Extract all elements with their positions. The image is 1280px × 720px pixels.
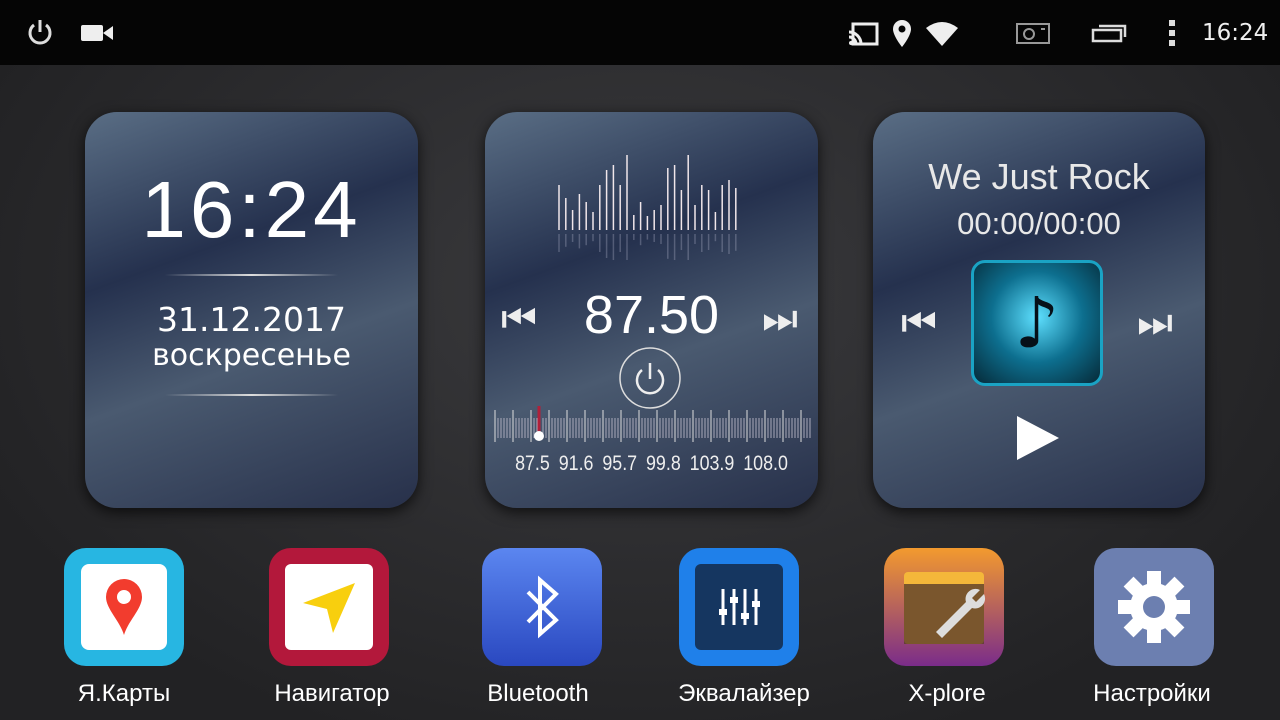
scale-label: 91.6: [558, 452, 594, 475]
app-equalizer[interactable]: [679, 548, 799, 666]
yandex-maps-icon: [81, 564, 167, 650]
clock-weekday: воскресенье: [152, 338, 351, 373]
play-button[interactable]: [1015, 414, 1061, 462]
frequency-scale-slider[interactable]: [491, 402, 811, 442]
status-time: 16:24: [1202, 20, 1269, 46]
app-label: X-plore: [908, 680, 986, 707]
screenshot-icon[interactable]: [1016, 22, 1050, 44]
status-bar: 16:24: [0, 0, 1280, 65]
divider: [165, 274, 338, 276]
equalizer-icon: [695, 564, 783, 650]
video-camera-icon[interactable]: [80, 22, 114, 44]
navigator-icon: [285, 564, 373, 650]
app-label: Эквалайзер: [678, 680, 810, 707]
app-label: Bluetooth: [487, 680, 589, 707]
wifi-icon: [926, 22, 958, 46]
radio-next-button[interactable]: ⏭: [762, 296, 798, 342]
cast-icon: [849, 22, 879, 46]
app-label: Я.Карты: [77, 680, 171, 707]
clock-time: 16:24: [141, 165, 362, 254]
track-title: We Just Rock: [928, 156, 1150, 197]
scale-label: 87.5: [515, 452, 550, 475]
scale-labels: 87.5 91.6 95.7 99.8 103.9 108.0: [515, 452, 788, 476]
music-prev-button[interactable]: ⏮: [901, 300, 937, 346]
app-navigator[interactable]: [269, 548, 389, 666]
app-label: Настройки: [1093, 680, 1211, 707]
bluetooth-icon: [526, 575, 559, 639]
gear-icon: [1118, 571, 1190, 643]
app-bluetooth[interactable]: [482, 548, 602, 666]
location-icon: [893, 20, 911, 47]
divider: [165, 394, 338, 396]
track-time: 00:00/00:00: [957, 206, 1121, 241]
app-x-plore[interactable]: [884, 548, 1004, 666]
app-label: Навигатор: [274, 680, 390, 707]
tuner-knob: [534, 431, 544, 441]
radio-widget[interactable]: ⏮ 87.50 ⏭ 87.5 91.6 95.7 99.8 103.9 108.…: [485, 112, 818, 508]
album-art-icon: ♪: [971, 260, 1103, 386]
x-plore-icon: [904, 572, 986, 644]
spectrum-visualizer: [558, 155, 737, 260]
scale-label: 103.9: [689, 452, 735, 475]
app-yandex-maps[interactable]: [64, 548, 184, 666]
clock-date: 31.12.2017: [157, 300, 346, 339]
scale-label: 95.7: [602, 452, 638, 475]
music-widget[interactable]: We Just Rock 00:00/00:00 ⏮ ♪ ⏭: [873, 112, 1205, 508]
recent-apps-icon[interactable]: [1091, 22, 1127, 44]
clock-widget[interactable]: 16:24 31.12.2017 воскресенье: [85, 112, 418, 508]
more-vert-icon[interactable]: [1166, 18, 1178, 48]
scale-label: 99.8: [646, 452, 681, 475]
app-settings[interactable]: [1094, 548, 1214, 666]
power-icon[interactable]: [24, 16, 56, 48]
radio-power-button[interactable]: [618, 346, 682, 410]
scale-label: 108.0: [743, 452, 788, 475]
music-next-button[interactable]: ⏭: [1137, 300, 1173, 346]
